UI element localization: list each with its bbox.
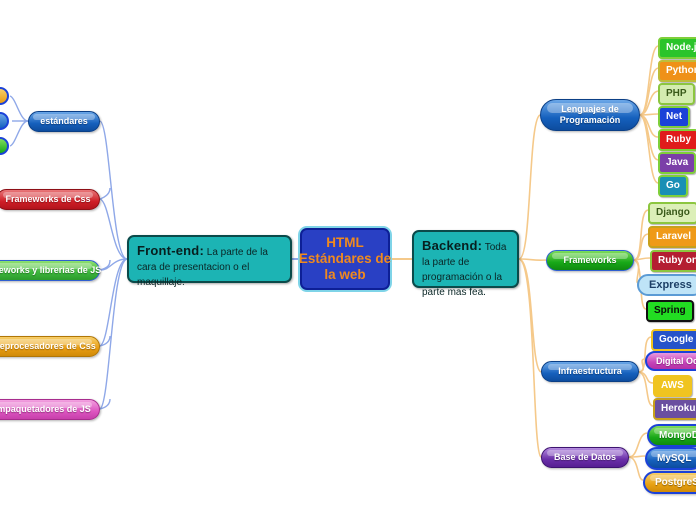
- leaf-go[interactable]: Go: [658, 175, 688, 197]
- leaf-spring-label: Spring: [654, 305, 686, 316]
- leaf-spring[interactable]: Spring: [646, 300, 694, 322]
- leaf-java-label: Java: [666, 157, 689, 168]
- branch-frontend[interactable]: Front-end: La parte de la cara de presen…: [127, 235, 292, 288]
- leaf-express[interactable]: Express: [637, 274, 696, 296]
- node-preprocesadores-css-label: Preprocesadores de Css: [0, 341, 96, 351]
- node-estandares[interactable]: estándares: [28, 111, 100, 132]
- leaf-ruby-label: Ruby: [666, 134, 691, 145]
- leaf-mongodb-label: MongoDB: [659, 430, 696, 441]
- node-lenguajes-line-1: Lenguajes de: [561, 104, 619, 114]
- leaf-heroku[interactable]: Heroku: [653, 398, 696, 420]
- leaf-ruby[interactable]: Ruby: [658, 129, 696, 151]
- leaf-java[interactable]: Java: [658, 152, 696, 174]
- leaf-aws[interactable]: AWS: [653, 375, 692, 397]
- node-preprocesadores-css[interactable]: Preprocesadores de Css: [0, 336, 100, 357]
- leaf-estandares-1[interactable]: [0, 87, 9, 105]
- leaf-python[interactable]: Python: [658, 60, 696, 82]
- leaf-go-label: Go: [666, 180, 680, 191]
- leaf-php-label: PHP: [666, 88, 687, 99]
- leaf-mongodb[interactable]: MongoDB: [647, 424, 696, 447]
- leaf-net-label: Net: [666, 111, 683, 122]
- leaf-estandares-2[interactable]: [0, 112, 9, 130]
- branch-backend-title: Backend:: [422, 238, 483, 253]
- leaf-python-label: Python: [666, 65, 696, 76]
- leaf-laravel[interactable]: Laravel: [648, 226, 696, 248]
- node-lenguajes-programacion[interactable]: Lenguajes de Programación: [540, 99, 640, 131]
- leaf-estandares-3[interactable]: [0, 137, 9, 155]
- leaf-google-cloud-label: Google Cloud: [659, 334, 696, 345]
- leaf-php[interactable]: PHP: [658, 83, 695, 105]
- central-line-3: la web: [324, 267, 366, 282]
- leaf-digital-ocean-label: Digital Ocean: [656, 356, 696, 366]
- branch-backend[interactable]: Backend: Toda la parte de programación o…: [412, 230, 519, 298]
- leaf-laravel-label: Laravel: [656, 231, 692, 242]
- node-infraestructura-label: Infraestructura: [558, 366, 622, 376]
- node-frameworks-label: Frameworks: [563, 255, 617, 265]
- leaf-django-label: Django: [656, 207, 690, 218]
- node-lenguajes-line-2: Programación: [559, 115, 621, 125]
- leaf-aws-label: AWS: [661, 380, 684, 391]
- node-frameworks-js[interactable]: Frameworks y librerias de JS: [0, 260, 102, 281]
- node-frameworks-js-label: Frameworks y librerias de JS: [0, 265, 102, 275]
- mindmap-canvas: HTML Estándares de la web Front-end: La …: [0, 0, 696, 520]
- central-node[interactable]: HTML Estándares de la web: [298, 228, 392, 290]
- leaf-mysql[interactable]: MySQL: [645, 447, 696, 470]
- central-line-2: Estándares de: [298, 251, 392, 266]
- leaf-express-label: Express: [649, 279, 692, 291]
- node-frameworks[interactable]: Frameworks: [546, 250, 634, 271]
- node-base-de-datos[interactable]: Base de Datos: [541, 447, 629, 468]
- branch-frontend-title: Front-end:: [137, 243, 204, 258]
- leaf-ruby-on-rails-label: Ruby on Rails: [658, 255, 696, 266]
- leaf-digital-ocean[interactable]: Digital Ocean: [645, 351, 696, 371]
- leaf-ruby-on-rails[interactable]: Ruby on Rails: [650, 250, 696, 272]
- leaf-net[interactable]: Net: [658, 106, 691, 128]
- leaf-nodejs-label: Node.js: [666, 42, 696, 53]
- node-estandares-label: estándares: [40, 116, 88, 126]
- leaf-mysql-label: MySQL: [657, 453, 692, 464]
- node-infraestructura[interactable]: Infraestructura: [541, 361, 639, 382]
- leaf-postgresql-label: PostgreSQL: [655, 477, 696, 488]
- leaf-postgresql[interactable]: PostgreSQL: [643, 471, 696, 494]
- node-frameworks-css[interactable]: Frameworks de Css: [0, 189, 100, 210]
- leaf-nodejs[interactable]: Node.js: [658, 37, 696, 59]
- node-base-de-datos-label: Base de Datos: [553, 452, 617, 462]
- node-empaquetadores-js[interactable]: Empaquetadores de JS: [0, 399, 100, 420]
- central-line-1: HTML: [326, 235, 364, 250]
- node-empaquetadores-js-label: Empaquetadores de JS: [0, 404, 91, 414]
- leaf-heroku-label: Heroku: [661, 403, 696, 414]
- node-frameworks-css-label: Frameworks de Css: [5, 194, 91, 204]
- leaf-django[interactable]: Django: [648, 202, 696, 224]
- leaf-google-cloud[interactable]: Google Cloud: [651, 329, 696, 351]
